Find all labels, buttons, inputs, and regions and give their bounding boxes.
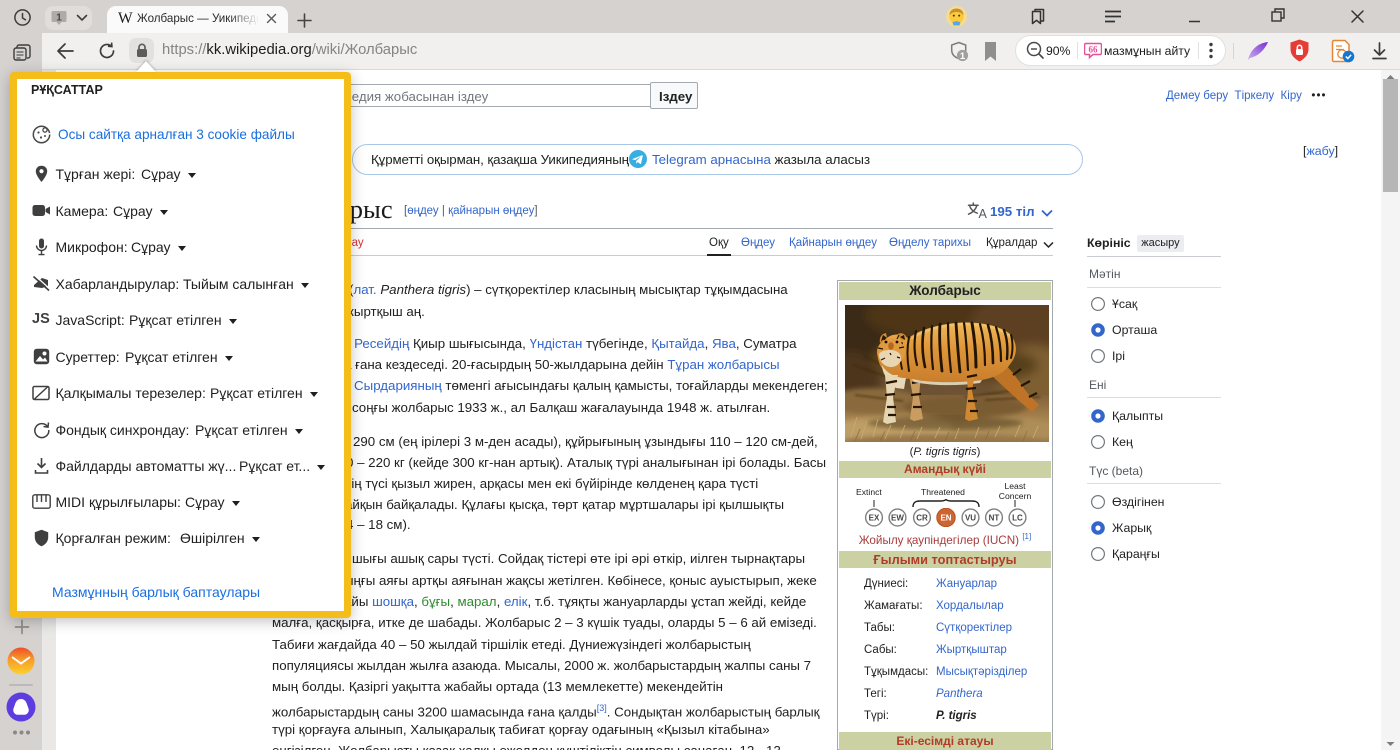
svg-text:LC: LC (1012, 513, 1023, 522)
svg-text:NT: NT (989, 513, 1000, 522)
svg-text:EN: EN (940, 513, 951, 522)
svg-text:EX: EX (869, 513, 880, 522)
svg-text:CR: CR (916, 513, 928, 522)
svg-text:A: A (979, 207, 988, 219)
svg-text:EW: EW (891, 513, 904, 522)
svg-text:VU: VU (965, 513, 976, 522)
